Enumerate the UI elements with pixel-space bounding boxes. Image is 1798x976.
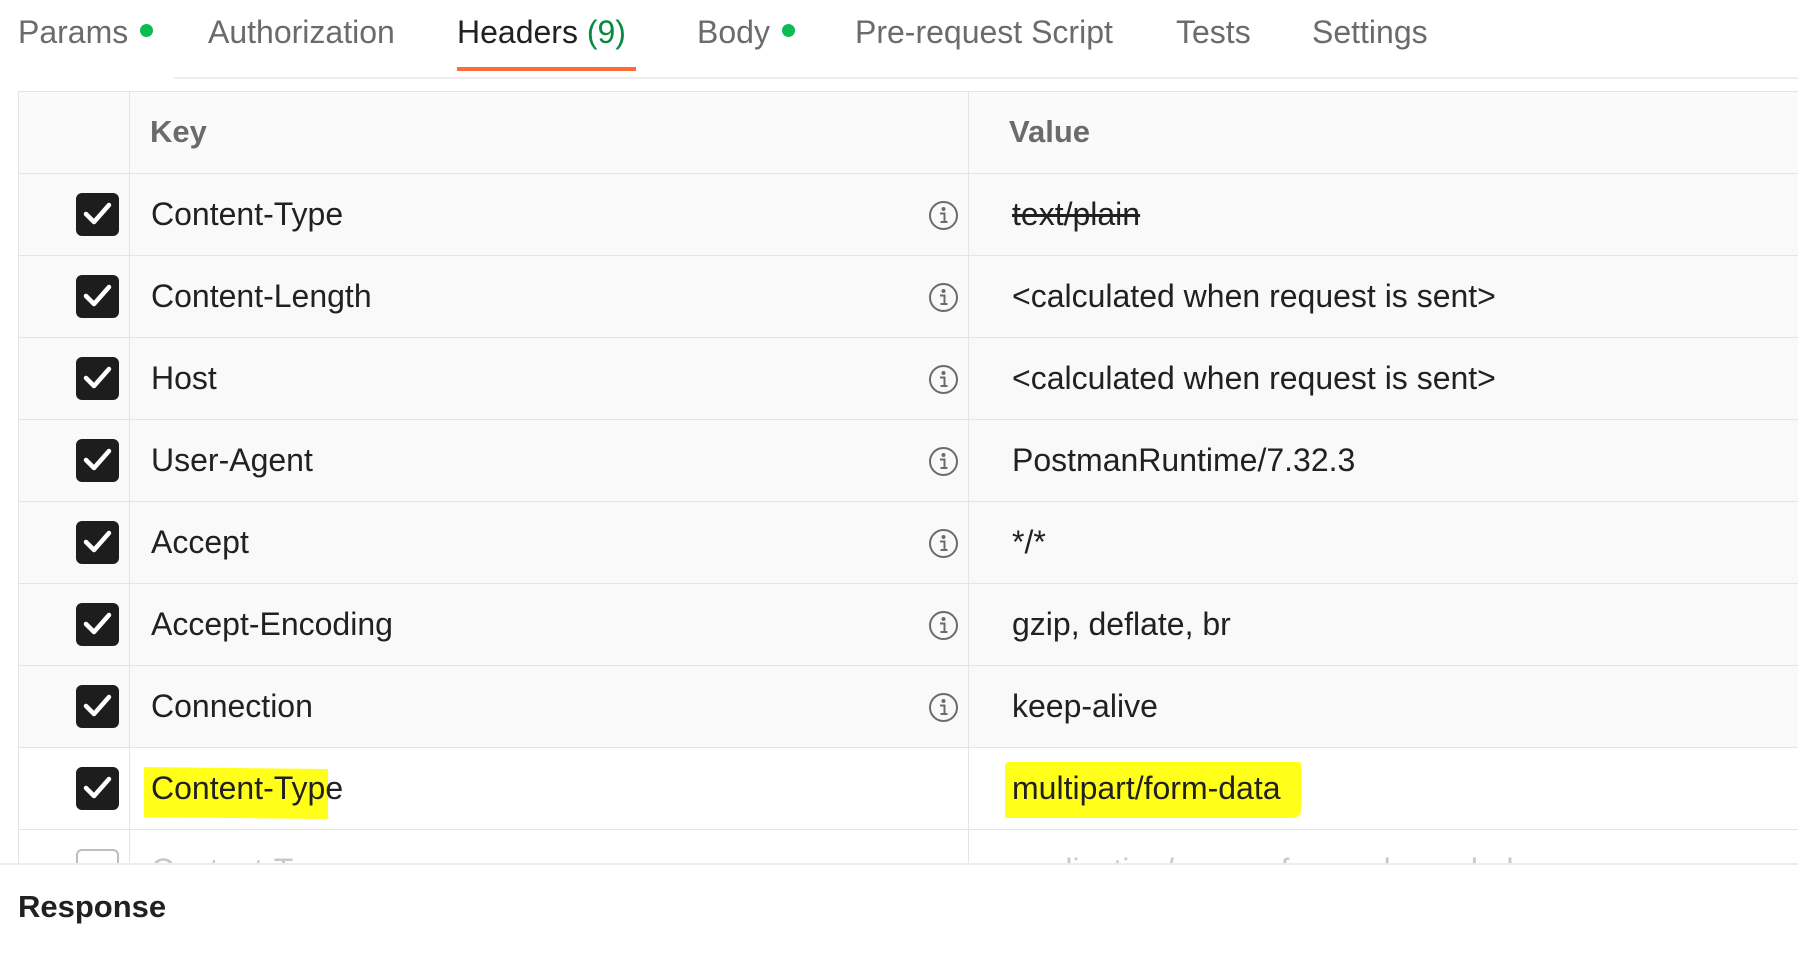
tab-params[interactable]: Params: [18, 14, 154, 72]
table-row: Content-T application/x-www-form-urlenco…: [19, 830, 1798, 863]
row-checkbox[interactable]: [76, 521, 119, 564]
header-key: Accept-Encoding: [151, 606, 393, 642]
header-key: Content-Type: [151, 196, 344, 232]
header-key: User-Agent: [151, 442, 313, 478]
row-checkbox[interactable]: [76, 767, 119, 810]
header-value: */*: [1012, 524, 1046, 560]
tab-headers-count: (9): [586, 14, 626, 50]
row-checkbox[interactable]: [76, 357, 119, 400]
tab-settings[interactable]: Settings: [1312, 14, 1428, 72]
header-value: <calculated when request is sent>: [1012, 360, 1496, 396]
info-icon[interactable]: [928, 282, 959, 313]
table-row: Connection keep-alive: [19, 666, 1798, 748]
table-row: User-Agent PostmanRuntime/7.32.3: [19, 420, 1798, 502]
tab-authorization-label: Authorization: [208, 14, 395, 50]
header-value: multipart/form-data: [1012, 770, 1281, 806]
response-title: Response: [18, 889, 167, 924]
header-value: keep-alive: [1012, 688, 1158, 724]
header-value: text/plain: [1012, 196, 1141, 232]
row-checkbox[interactable]: [76, 439, 119, 482]
body-modified-dot-icon: [781, 24, 795, 37]
info-icon[interactable]: [928, 200, 959, 231]
tab-settings-label: Settings: [1312, 14, 1428, 50]
header-value: gzip, deflate, br: [1012, 606, 1231, 642]
table-row: Content-Type text/plain: [19, 174, 1798, 256]
info-icon[interactable]: [928, 610, 959, 641]
info-icon[interactable]: [928, 446, 959, 477]
header-key: Content-Type: [151, 770, 344, 806]
header-key: Content-Length: [151, 278, 372, 314]
info-icon[interactable]: [928, 528, 959, 559]
table-row: Content-Type multipart/form-data: [19, 748, 1798, 830]
row-checkbox[interactable]: [76, 603, 119, 646]
tab-pre-request-script-label: Pre-request Script: [855, 14, 1113, 50]
header-key: Content-T: [151, 852, 293, 863]
row-checkbox[interactable]: [76, 193, 119, 236]
row-checkbox[interactable]: [76, 685, 119, 728]
value-column-header: Value: [1009, 114, 1090, 149]
tab-body[interactable]: Body: [697, 14, 795, 72]
info-icon[interactable]: [928, 364, 959, 395]
active-tab-indicator: [457, 67, 636, 71]
table-row: Accept-Encoding gzip, deflate, br: [19, 584, 1798, 666]
tab-pre-request-script[interactable]: Pre-request Script: [855, 14, 1113, 72]
header-key: Accept: [151, 524, 249, 560]
header-value: <calculated when request is sent>: [1012, 278, 1496, 314]
info-icon[interactable]: [928, 692, 959, 723]
params-modified-dot-icon: [140, 24, 154, 37]
table-header-row: Key Value: [19, 92, 1798, 174]
row-checkbox[interactable]: [76, 849, 119, 863]
request-tabs: Params Authorization Headers (9) Body Pr…: [0, 0, 1798, 80]
row-checkbox[interactable]: [76, 275, 119, 318]
header-value: PostmanRuntime/7.32.3: [1012, 442, 1356, 478]
tab-body-label: Body: [697, 14, 770, 50]
tab-params-label: Params: [18, 14, 129, 50]
table-row: Content-Length <calculated when request …: [19, 256, 1798, 338]
tab-authorization[interactable]: Authorization: [208, 14, 395, 72]
key-column-header: Key: [150, 114, 207, 149]
tab-tests[interactable]: Tests: [1176, 14, 1251, 72]
tab-headers-label: Headers: [457, 14, 578, 50]
header-value: application/x-www-form-urlencoded: [1012, 852, 1514, 863]
tab-headers[interactable]: Headers (9): [457, 14, 636, 72]
headers-table: Key Value Content-Type text/plain Conten…: [18, 91, 1798, 863]
header-key: Connection: [151, 688, 313, 724]
header-key: Host: [151, 360, 217, 396]
table-row: Accept */*: [19, 502, 1798, 584]
tabs-divider: [174, 77, 1798, 79]
response-panel: Response: [0, 863, 1798, 976]
table-row: Host <calculated when request is sent>: [19, 338, 1798, 420]
tab-tests-label: Tests: [1176, 14, 1251, 50]
